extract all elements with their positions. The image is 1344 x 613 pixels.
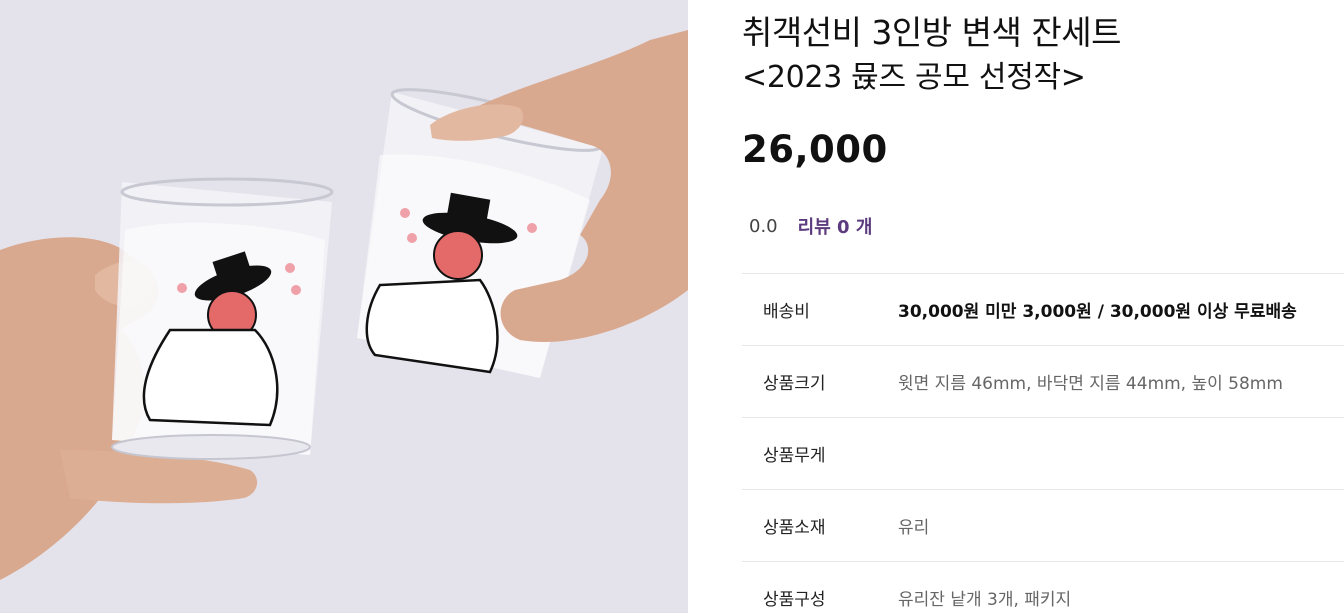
spec-value: 유리잔 낱개 3개, 패키지 (898, 590, 1072, 610)
spec-label: 상품무게 (763, 446, 826, 466)
rating-row: 0.0 리뷰 0 개 (742, 212, 872, 240)
spec-row-weight: 상품무게 (742, 417, 1344, 489)
review-count-link[interactable]: 리뷰 0 개 (798, 213, 873, 239)
spec-value: 30,000원 미만 3,000원 / 30,000원 이상 무료배송 (898, 302, 1297, 322)
spec-label: 상품크기 (763, 374, 826, 394)
spec-row-size: 상품크기 윗면 지름 46mm, 바닥면 지름 44mm, 높이 58mm (742, 345, 1344, 417)
product-price: 26,000 (742, 128, 888, 171)
product-image[interactable] (0, 0, 688, 613)
spec-row-material: 상품소재 유리 (742, 489, 1344, 561)
product-title: 취객선비 3인방 변색 잔세트 (742, 13, 1121, 52)
product-info-panel: 취객선비 3인방 변색 잔세트 <2023 뮩즈 공모 선정작> 26,000 … (742, 0, 1344, 613)
product-subtitle: <2023 뮩즈 공모 선정작> (742, 60, 1086, 95)
spec-label: 상품소재 (763, 518, 826, 538)
spec-row-shipping: 배송비 30,000원 미만 3,000원 / 30,000원 이상 무료배송 (742, 273, 1344, 345)
spec-value: 유리 (898, 518, 930, 538)
rating-score: 0.0 (749, 215, 778, 237)
toasting-glasses-illustration (0, 30, 688, 580)
spec-label: 배송비 (763, 302, 810, 322)
spec-value: 윗면 지름 46mm, 바닥면 지름 44mm, 높이 58mm (898, 374, 1283, 394)
spec-label: 상품구성 (763, 590, 826, 610)
spec-row-components: 상품구성 유리잔 낱개 3개, 패키지 (742, 561, 1344, 613)
spec-table: 배송비 30,000원 미만 3,000원 / 30,000원 이상 무료배송 … (742, 273, 1344, 613)
